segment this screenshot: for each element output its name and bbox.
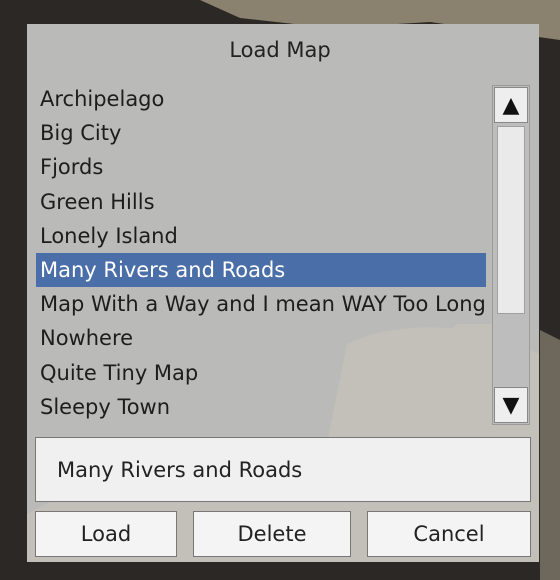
triangle-down-icon: ▼ [502,392,520,418]
map-list-item[interactable]: Big City [36,116,486,150]
map-list-item[interactable]: Lonely Island [36,219,486,253]
triangle-up-icon: ▲ [502,92,520,118]
map-list-item[interactable]: Sleepy Town [36,390,486,424]
map-list-item[interactable]: Green Hills [36,185,486,219]
scroll-thumb[interactable] [497,126,525,314]
map-list-item[interactable]: Quite Tiny Map [36,356,486,390]
scroll-up-button[interactable]: ▲ [494,87,528,123]
list-scrollbar[interactable]: ▲ ▼ [492,85,530,425]
load-map-dialog: Load Map Archipelago Big City Fjords Gre… [27,24,539,562]
map-list-item[interactable]: Archipelago [36,82,486,116]
map-list-item[interactable]: Fjords [36,150,486,184]
map-list[interactable]: Archipelago Big City Fjords Green Hills … [36,82,486,430]
map-list-item-selected[interactable]: Many Rivers and Roads [36,252,486,288]
cancel-button[interactable]: Cancel [367,511,531,557]
map-list-item[interactable]: Nowhere [36,321,486,355]
map-name-field[interactable] [35,437,531,502]
dialog-title: Load Map [229,38,331,62]
load-button[interactable]: Load [35,511,177,557]
scroll-down-button[interactable]: ▼ [494,387,528,423]
delete-button[interactable]: Delete [193,511,351,557]
map-list-item[interactable]: Map With a Way and I mean WAY Too Long N… [36,287,486,321]
